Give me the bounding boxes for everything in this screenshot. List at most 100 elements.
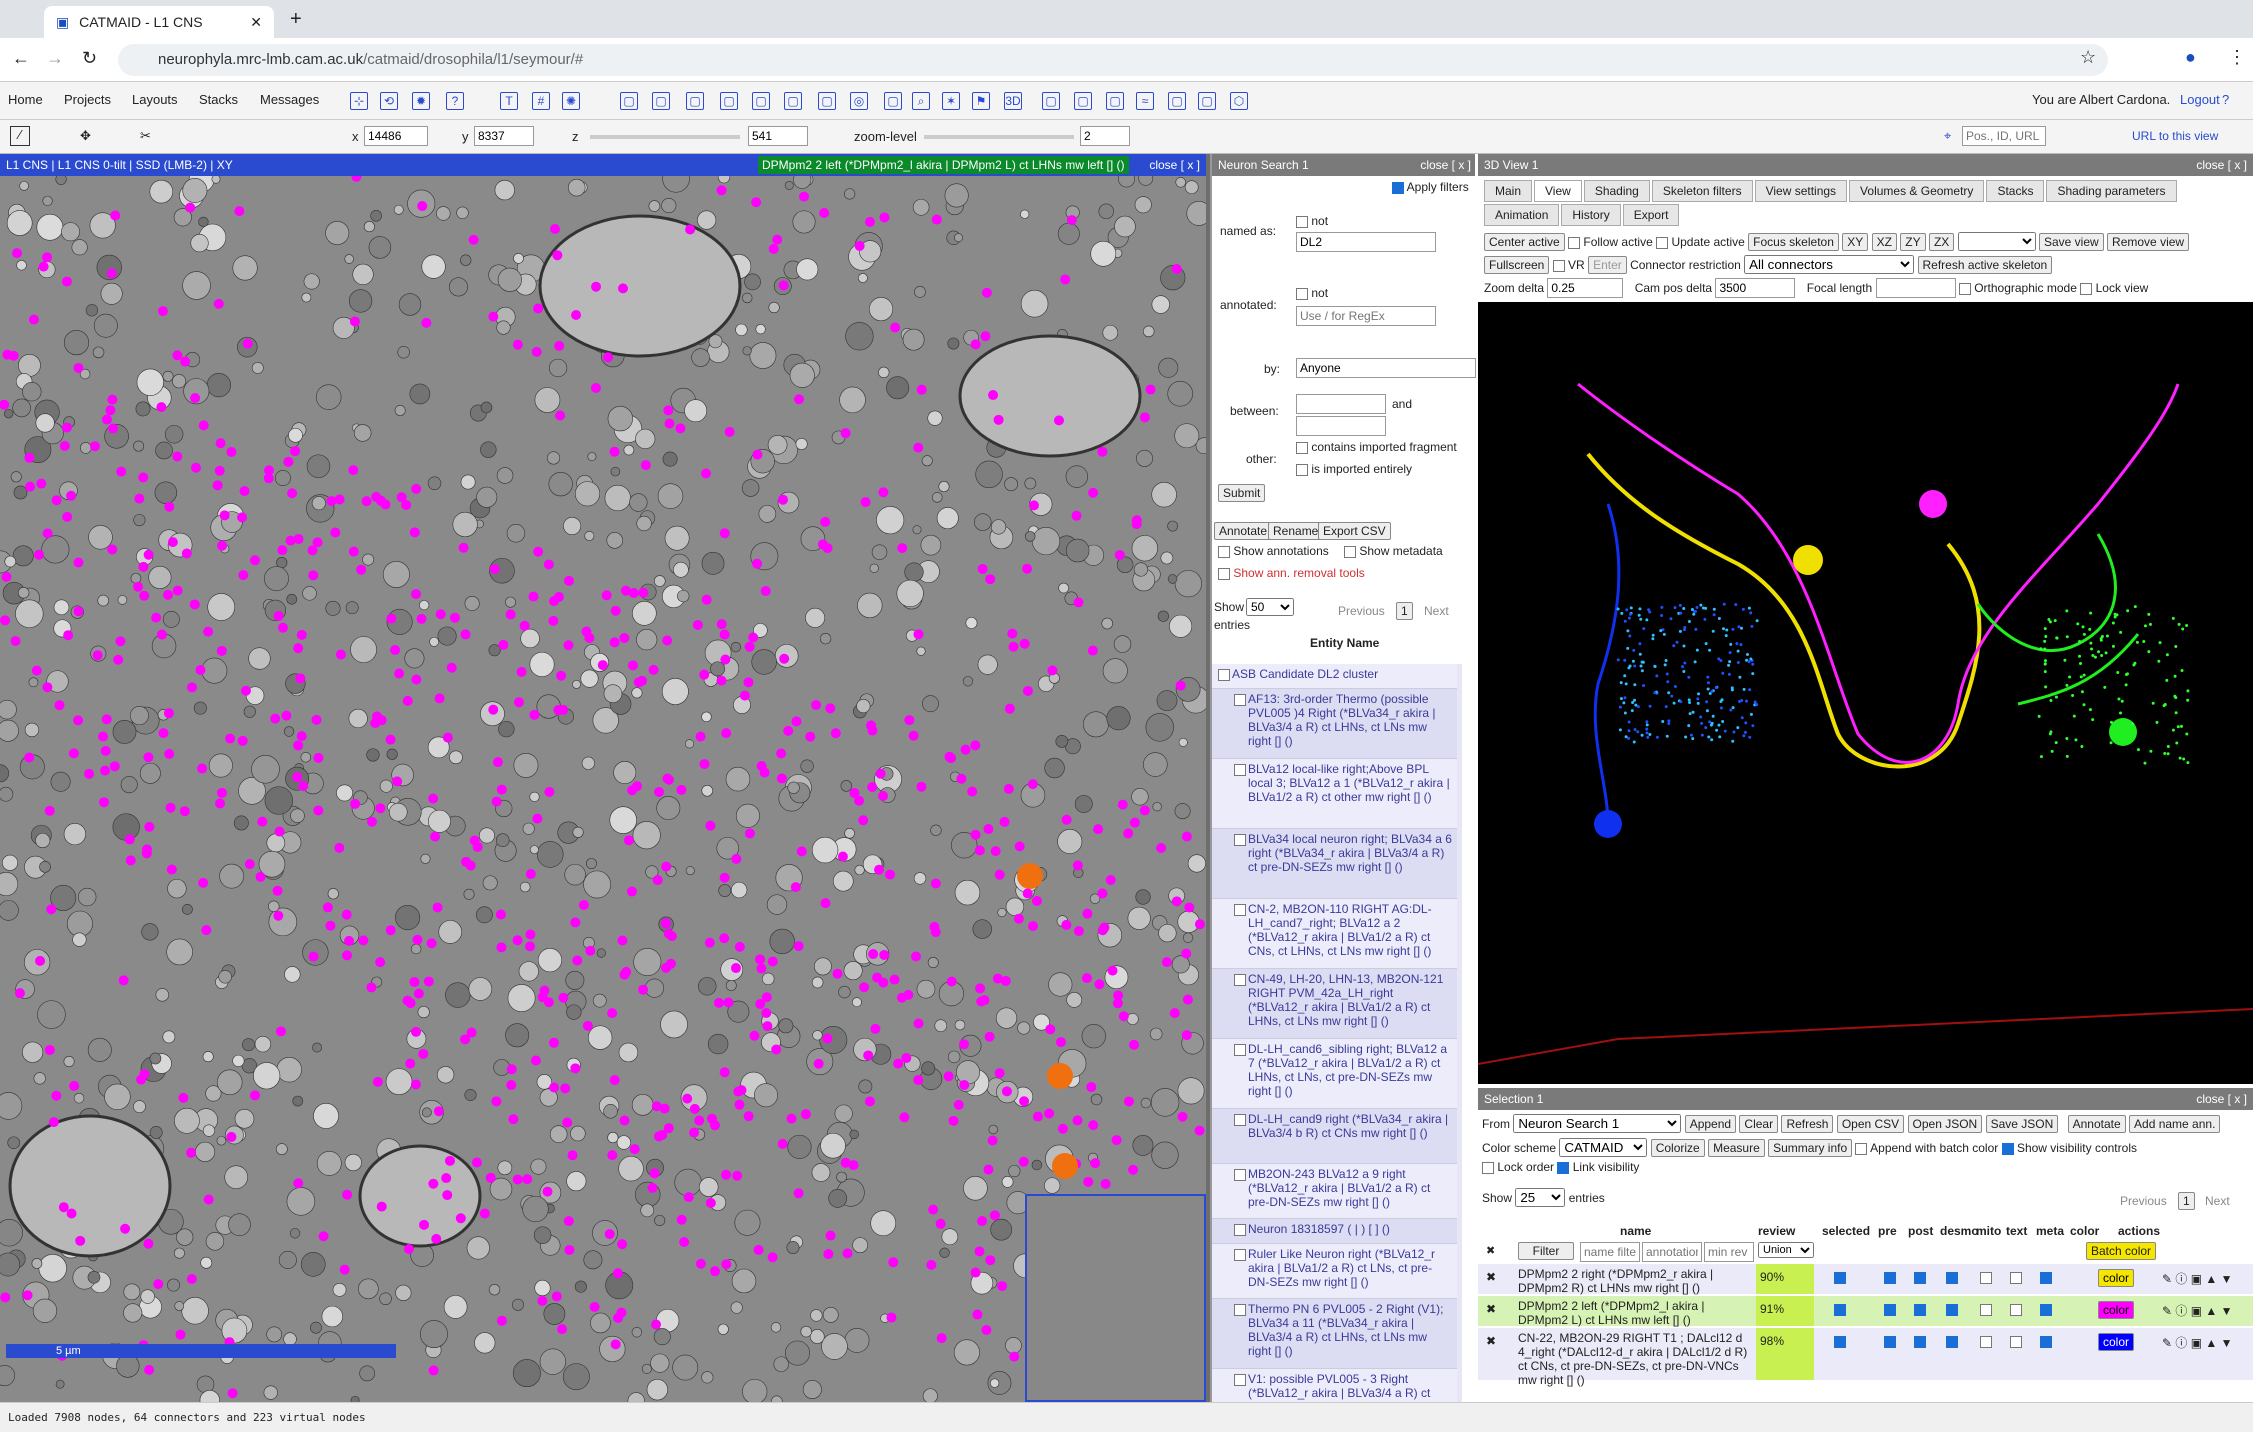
meta-checkbox[interactable] <box>2040 1272 2052 1284</box>
selection-previous-link[interactable]: Previous <box>2120 1194 2167 1208</box>
tab-close-icon[interactable]: ✕ <box>250 14 262 31</box>
stack-close-button[interactable]: close [ x ] <box>1149 158 1200 172</box>
tool-icon[interactable]: ▢ <box>1168 92 1186 110</box>
post-checkbox[interactable] <box>1914 1272 1926 1284</box>
action-icons[interactable]: ✎ ⓘ ▣ ▲ ▼ <box>2162 1270 2232 1287</box>
action-icons[interactable]: ✎ ⓘ ▣ ▲ ▼ <box>2162 1334 2232 1351</box>
new-tab-icon[interactable]: + <box>290 8 302 31</box>
show-annotations-checkbox[interactable] <box>1218 545 1230 558</box>
refresh-active-button[interactable]: Refresh active skeleton <box>1917 256 2053 274</box>
logout-link[interactable]: Logout <box>2180 92 2220 107</box>
overview-minimap[interactable] <box>1025 1194 1206 1402</box>
selected-checkbox[interactable] <box>1834 1304 1846 1316</box>
name-filter-input[interactable] <box>1296 232 1436 252</box>
column-header[interactable]: mito <box>1976 1224 2001 1238</box>
tracing-tool-icon[interactable]: ∕ <box>10 126 30 146</box>
result-checkbox[interactable] <box>1234 1169 1246 1181</box>
column-header[interactable]: desmo <box>1940 1224 1979 1238</box>
tool-icon[interactable]: ✹ <box>412 92 430 110</box>
browser-menu-icon[interactable]: ⋮ <box>2228 47 2246 68</box>
desmo-checkbox[interactable] <box>1946 1272 1958 1284</box>
tool-icon[interactable]: ⟲ <box>380 92 398 110</box>
connector-restriction-select[interactable]: All connectors <box>1744 255 1915 274</box>
color-button[interactable]: color <box>2098 1301 2135 1319</box>
tool-icon[interactable]: ⚑ <box>972 92 990 110</box>
is-imported-checkbox[interactable] <box>1296 463 1308 476</box>
tool-icon[interactable]: ▢ <box>620 92 638 110</box>
named-not-checkbox[interactable] <box>1296 215 1308 228</box>
min-review-field[interactable] <box>1704 1242 1754 1262</box>
remove-all-icon[interactable]: ✖ <box>1486 1244 1495 1257</box>
column-header[interactable]: actions <box>2118 1224 2160 1238</box>
focal-length-input[interactable] <box>1875 278 1956 298</box>
result-checkbox[interactable] <box>1234 1304 1246 1316</box>
remove-view-button[interactable]: Remove view <box>2107 233 2190 251</box>
append-button[interactable]: Append <box>1684 1115 1737 1133</box>
3d-tab[interactable]: Export <box>1622 204 1680 226</box>
mito-checkbox[interactable] <box>1980 1304 1992 1316</box>
result-row[interactable]: CN-49, LH-20, LHN-13, MB2ON-121 RIGHT PV… <box>1212 969 1457 1039</box>
result-checkbox[interactable] <box>1234 764 1246 776</box>
connector-node[interactable] <box>1052 1153 1078 1179</box>
zx-view-button[interactable]: ZX <box>1928 233 1955 251</box>
union-select[interactable]: Union <box>1758 1242 1814 1258</box>
result-row[interactable]: ASB Candidate DL2 cluster <box>1212 664 1457 689</box>
remove-row-icon[interactable]: ✖ <box>1486 1302 1496 1316</box>
saved-views-select[interactable] <box>1957 232 2036 251</box>
3d-tab[interactable]: Stacks <box>1986 180 2045 202</box>
result-row[interactable]: V1: possible PVL005 - 3 Right (*BLVa12_r… <box>1212 1369 1457 1402</box>
3d-tab[interactable]: View <box>1534 180 1582 202</box>
selection-row[interactable]: ✖ DPMpm2 2 right (*DPMpm2_r akira | DPMpm… <box>1478 1264 2253 1295</box>
tool-icon[interactable]: ▢ <box>1074 92 1092 110</box>
skeleton-name[interactable]: CN-22, MB2ON-29 RIGHT T1 ; DALcl12 d 4_r… <box>1518 1331 1754 1387</box>
update-active-checkbox[interactable] <box>1656 236 1669 249</box>
add-name-ann-button[interactable]: Add name ann. <box>2129 1115 2221 1133</box>
xy-view-button[interactable]: XY <box>1842 233 1869 251</box>
z-slider[interactable] <box>590 135 740 139</box>
result-row[interactable]: BLVa12 local-like right;Above BPL local … <box>1212 759 1457 829</box>
selection-next-link[interactable]: Next <box>2205 1194 2230 1208</box>
text-checkbox[interactable] <box>2010 1336 2022 1348</box>
column-header[interactable]: review <box>1758 1224 1795 1238</box>
zy-view-button[interactable]: ZY <box>1900 233 1926 251</box>
selected-checkbox[interactable] <box>1834 1272 1846 1284</box>
save-view-button[interactable]: Save view <box>2039 233 2104 251</box>
column-header[interactable]: meta <box>2036 1224 2064 1238</box>
filter-button[interactable]: Filter <box>1518 1242 1574 1260</box>
pre-checkbox[interactable] <box>1884 1304 1896 1316</box>
tool-icon[interactable]: ▢ <box>884 92 902 110</box>
save-json-button[interactable]: Save JSON <box>1985 1115 2059 1133</box>
column-header[interactable]: selected <box>1822 1224 1870 1238</box>
show-annotations-toggle[interactable]: Show annotations <box>1218 544 1329 558</box>
lock-view-checkbox[interactable] <box>2080 282 2093 295</box>
tool-icon[interactable]: ◎ <box>850 92 868 110</box>
menu-layouts[interactable]: Layouts <box>132 92 178 107</box>
url-field[interactable]: neurophyla.mrc-lmb.cam.ac.uk/catmaid/dro… <box>118 44 2108 76</box>
soma-green[interactable] <box>2109 718 2137 746</box>
result-row[interactable]: Neuron 18318597 ( | ) [ ] () <box>1212 1219 1457 1244</box>
meta-checkbox[interactable] <box>2040 1304 2052 1316</box>
center-active-button[interactable]: Center active <box>1484 233 1565 251</box>
remove-row-icon[interactable]: ✖ <box>1486 1334 1496 1348</box>
zoom-level-input[interactable] <box>1080 126 1130 146</box>
current-page[interactable]: 1 <box>1396 602 1413 620</box>
3d-tab[interactable]: History <box>1561 204 1621 226</box>
named-not-toggle[interactable]: not <box>1296 214 1328 228</box>
measure-button[interactable]: Measure <box>1708 1139 1765 1157</box>
soma-yellow[interactable] <box>1793 545 1823 575</box>
result-checkbox[interactable] <box>1218 669 1230 681</box>
result-checkbox[interactable] <box>1234 694 1246 706</box>
annotation-filter-field[interactable] <box>1642 1242 1702 1262</box>
position-search-input[interactable] <box>1962 126 2046 146</box>
result-checkbox[interactable] <box>1234 904 1246 916</box>
follow-active-checkbox[interactable] <box>1568 236 1581 249</box>
result-row[interactable]: BLVa34 local neuron right; BLVa34 a 6 ri… <box>1212 829 1457 899</box>
result-checkbox[interactable] <box>1234 974 1246 986</box>
color-scheme-select[interactable]: CATMAID <box>1559 1138 1648 1157</box>
show-metadata-checkbox[interactable] <box>1344 545 1356 558</box>
desmo-checkbox[interactable] <box>1946 1304 1958 1316</box>
back-icon[interactable]: ← <box>12 48 30 69</box>
tool-icon[interactable]: ▢ <box>652 92 670 110</box>
remove-row-icon[interactable]: ✖ <box>1486 1270 1496 1284</box>
show-removal-checkbox[interactable] <box>1218 567 1230 580</box>
